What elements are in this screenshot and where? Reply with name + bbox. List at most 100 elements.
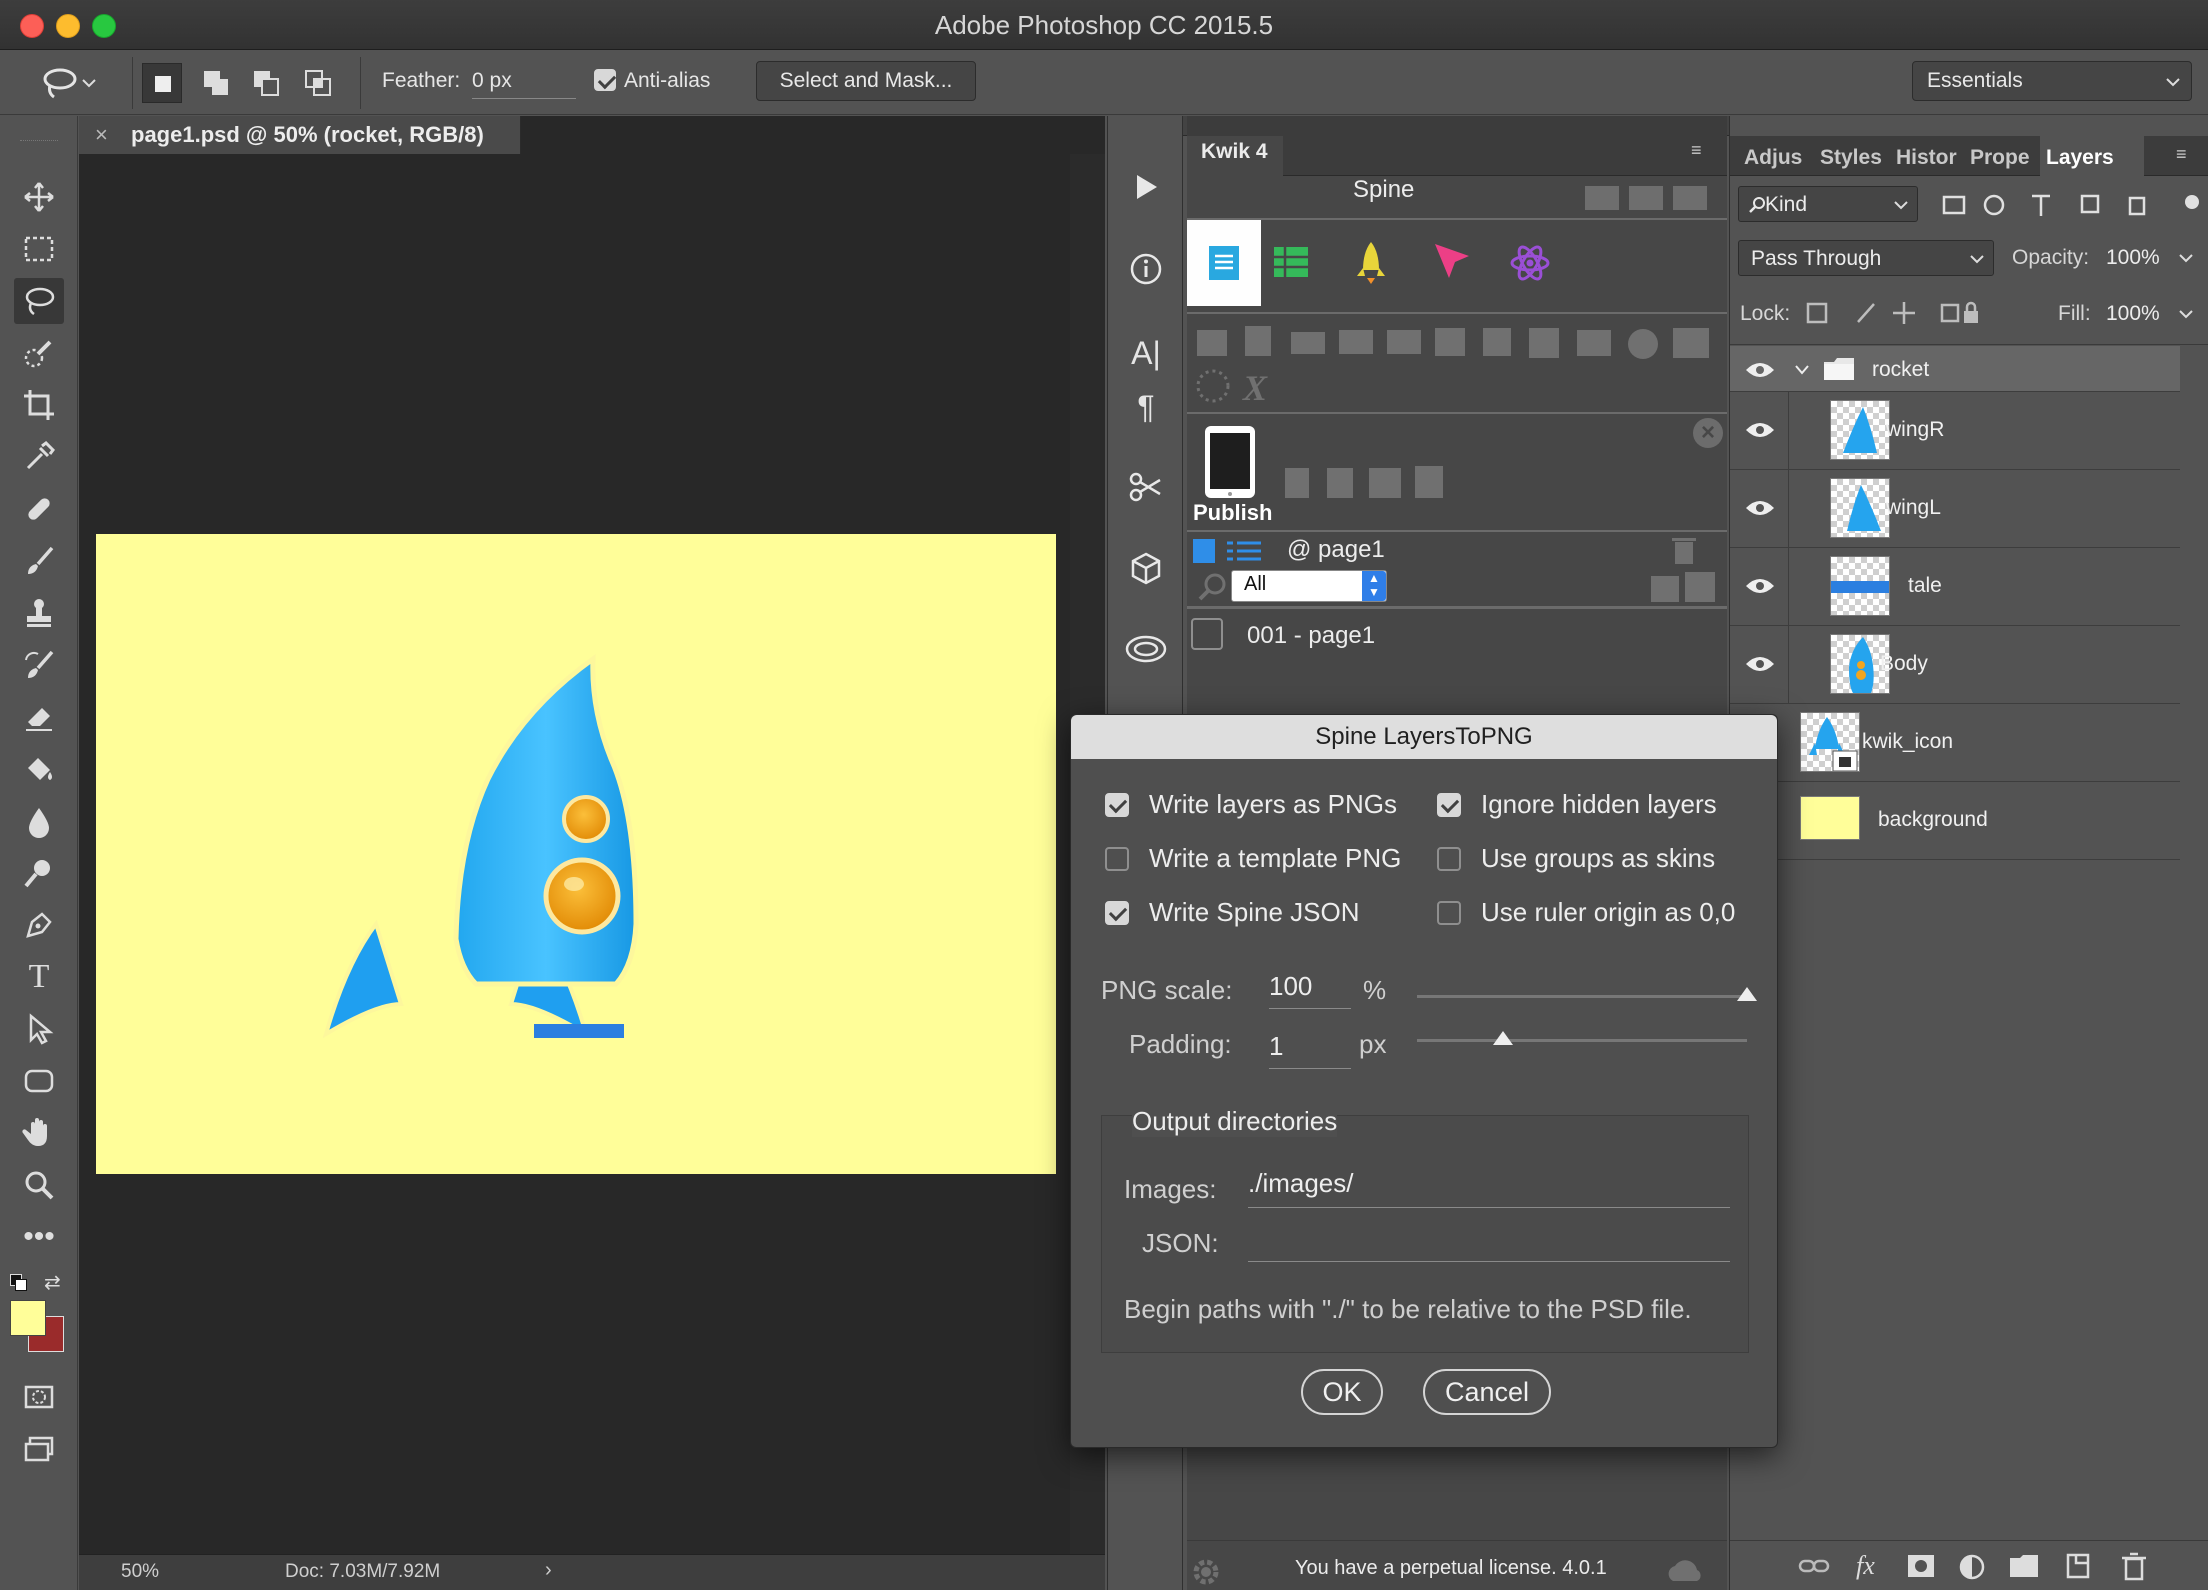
cancel-button[interactable]: Cancel — [1423, 1369, 1551, 1415]
tab-layers[interactable]: Layers — [2046, 146, 2114, 170]
marquee-tool[interactable] — [14, 226, 64, 272]
page-item-checkbox[interactable] — [1191, 618, 1223, 650]
select-and-mask-button[interactable]: Select and Mask... — [756, 61, 976, 101]
tool-presets-button[interactable] — [1121, 462, 1171, 512]
eyedropper-tool[interactable] — [14, 434, 64, 480]
chevron-down-icon[interactable] — [2178, 308, 2194, 320]
lasso-tool[interactable] — [14, 278, 64, 324]
trash-icon[interactable] — [2120, 1551, 2148, 1581]
tab-history[interactable]: Histor — [1896, 146, 1962, 170]
zoom-tool[interactable] — [14, 1162, 64, 1208]
ok-button[interactable]: OK — [1301, 1369, 1383, 1415]
use-groups-as-skins-checkbox[interactable] — [1437, 847, 1461, 871]
close-publish-icon[interactable]: × — [1693, 418, 1723, 448]
padding-slider-thumb[interactable] — [1492, 1031, 1513, 1045]
images-path-input[interactable]: ./images/ — [1248, 1168, 1730, 1208]
ignore-hidden-layers-checkbox[interactable] — [1437, 793, 1461, 817]
hand-tool[interactable] — [14, 1110, 64, 1156]
new-group-icon[interactable] — [2008, 1553, 2040, 1579]
lock-options-icons[interactable] — [1802, 296, 1982, 330]
kwik-physics-tab[interactable] — [1507, 240, 1555, 288]
eye-icon[interactable] — [1744, 496, 1776, 520]
page-action-icons[interactable] — [1647, 568, 1721, 604]
layer-row-wingR[interactable]: wingR — [1730, 392, 2180, 470]
publish-button[interactable]: Publish — [1193, 424, 1272, 528]
character-panel-button[interactable]: A| — [1121, 328, 1171, 378]
adjustment-layer-icon[interactable] — [1958, 1553, 1986, 1581]
page-list-item[interactable]: 001 - page1 — [1187, 612, 1727, 658]
kwik-animation-tab[interactable] — [1351, 238, 1395, 288]
png-scale-slider-track[interactable] — [1417, 995, 1747, 998]
paragraph-panel-button[interactable]: ¶ — [1121, 382, 1171, 432]
kwik-project-icons[interactable] — [1581, 178, 1721, 218]
canvas[interactable] — [96, 534, 1056, 1174]
kwik-table-tab[interactable] — [1271, 242, 1315, 286]
layer-effects-icon[interactable]: fx — [1856, 1551, 1875, 1581]
status-menu-arrow[interactable]: › — [545, 1559, 552, 1582]
tab-adjustments[interactable]: Adjust — [1744, 146, 1802, 170]
tab-styles[interactable]: Styles — [1820, 146, 1882, 170]
stamp-tool[interactable] — [14, 590, 64, 636]
dodge-tool[interactable] — [14, 850, 64, 896]
layer-row-tale[interactable]: tale — [1730, 548, 2180, 626]
subtract-selection-button[interactable] — [246, 63, 286, 103]
screen-mode-button[interactable] — [14, 1426, 64, 1472]
crop-tool[interactable] — [14, 382, 64, 428]
new-layer-icon[interactable] — [2064, 1551, 2092, 1581]
info-panel-button[interactable] — [1121, 244, 1171, 294]
foreground-color-swatch[interactable] — [10, 1300, 46, 1336]
fill-value[interactable]: 100% — [2106, 302, 2160, 326]
path-selection-tool[interactable] — [14, 1006, 64, 1052]
layer-row-group[interactable]: rocket — [1730, 346, 2180, 392]
actions-panel-button[interactable] — [1121, 162, 1171, 212]
close-tab-icon[interactable]: × — [95, 122, 108, 148]
layer-row-wingL[interactable]: wingL — [1730, 470, 2180, 548]
padding-input[interactable]: 1 — [1269, 1031, 1351, 1069]
layer-row-background[interactable]: background — [1730, 782, 2180, 860]
history-brush-tool[interactable] — [14, 642, 64, 688]
eye-icon[interactable] — [1744, 418, 1776, 442]
tab-properties[interactable]: Prope — [1970, 146, 2036, 170]
type-tool[interactable]: T — [14, 954, 64, 1000]
default-colors-icon[interactable] — [10, 1274, 28, 1292]
eye-icon[interactable] — [1744, 574, 1776, 598]
move-tool[interactable] — [14, 174, 64, 220]
kwik-tool-icons[interactable]: X — [1193, 322, 1723, 412]
panel-menu-icon[interactable]: ≡ — [1691, 140, 1702, 161]
add-selection-button[interactable] — [196, 63, 236, 103]
kwik-pages-tab[interactable] — [1187, 220, 1261, 306]
swap-colors-icon[interactable]: ⇄ — [44, 1270, 61, 1295]
rectangle-tool[interactable] — [14, 1058, 64, 1104]
chevron-down-icon[interactable] — [2178, 252, 2194, 264]
healing-brush-tool[interactable] — [14, 486, 64, 532]
opacity-value[interactable]: 100% — [2106, 246, 2160, 270]
workspace-dropdown[interactable]: Essentials — [1912, 61, 2192, 101]
write-layers-as-pngs-checkbox[interactable] — [1105, 793, 1129, 817]
page-list-icons[interactable] — [1191, 536, 1267, 566]
document-tab[interactable]: × page1.psd @ 50% (rocket, RGB/8) — [79, 116, 521, 154]
export-icons[interactable] — [1281, 462, 1451, 502]
quick-mask-button[interactable] — [14, 1374, 64, 1420]
pen-tool[interactable] — [14, 902, 64, 948]
write-template-png-checkbox[interactable] — [1105, 847, 1129, 871]
kwik-tab[interactable]: Kwik 4 — [1201, 140, 1268, 164]
layer-filter-icons[interactable] — [1934, 190, 2204, 222]
eraser-tool[interactable] — [14, 694, 64, 740]
new-selection-button[interactable] — [142, 63, 182, 103]
kwik-interaction-tab[interactable] — [1431, 240, 1475, 288]
layer-row-body[interactable]: Body — [1730, 626, 2180, 704]
padding-slider-track[interactable] — [1417, 1039, 1747, 1042]
write-spine-json-checkbox[interactable] — [1105, 901, 1129, 925]
blur-tool[interactable] — [14, 798, 64, 844]
png-scale-input[interactable]: 100 — [1269, 971, 1351, 1009]
layer-row-kwik-icon[interactable]: kwik_icon — [1730, 704, 2180, 782]
brush-tool[interactable] — [14, 538, 64, 584]
lasso-preset-picker[interactable] — [40, 63, 116, 103]
antialias-checkbox[interactable] — [594, 69, 616, 91]
libraries-panel-button[interactable] — [1121, 624, 1171, 674]
json-path-input[interactable] — [1248, 1222, 1730, 1262]
feather-input[interactable]: 0 px — [472, 69, 576, 99]
add-mask-icon[interactable] — [1906, 1553, 1936, 1579]
png-scale-slider-thumb[interactable] — [1737, 987, 1757, 1001]
link-layers-icon[interactable] — [1798, 1555, 1830, 1577]
